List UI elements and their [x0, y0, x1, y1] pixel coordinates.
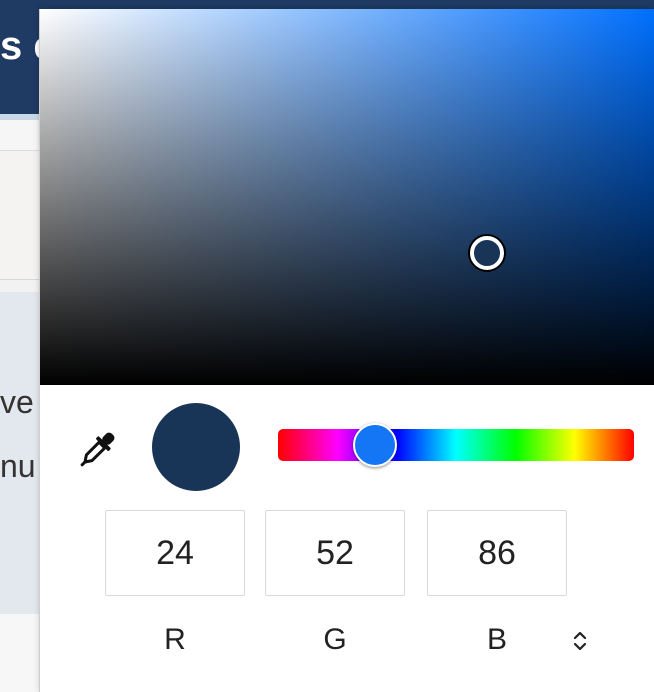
hue-slider[interactable]: [278, 423, 634, 467]
blue-value-input[interactable]: [427, 510, 567, 596]
chevron-up-down-icon[interactable]: [565, 626, 595, 656]
background-text-line: ve: [0, 384, 34, 420]
blue-label: B: [486, 623, 507, 656]
green-value-input[interactable]: [265, 510, 405, 596]
hue-slider-thumb[interactable]: [352, 423, 397, 467]
background-text-line: nu: [0, 448, 36, 484]
red-label: R: [164, 623, 186, 656]
red-value-input[interactable]: [105, 510, 245, 596]
saturation-cursor[interactable]: [470, 236, 504, 270]
current-color-swatch: [152, 403, 240, 491]
green-label: G: [323, 623, 347, 656]
eyedropper-icon[interactable]: [74, 427, 120, 473]
color-picker-popup: R G B: [40, 9, 654, 692]
saturation-brightness-area[interactable]: [40, 9, 654, 385]
